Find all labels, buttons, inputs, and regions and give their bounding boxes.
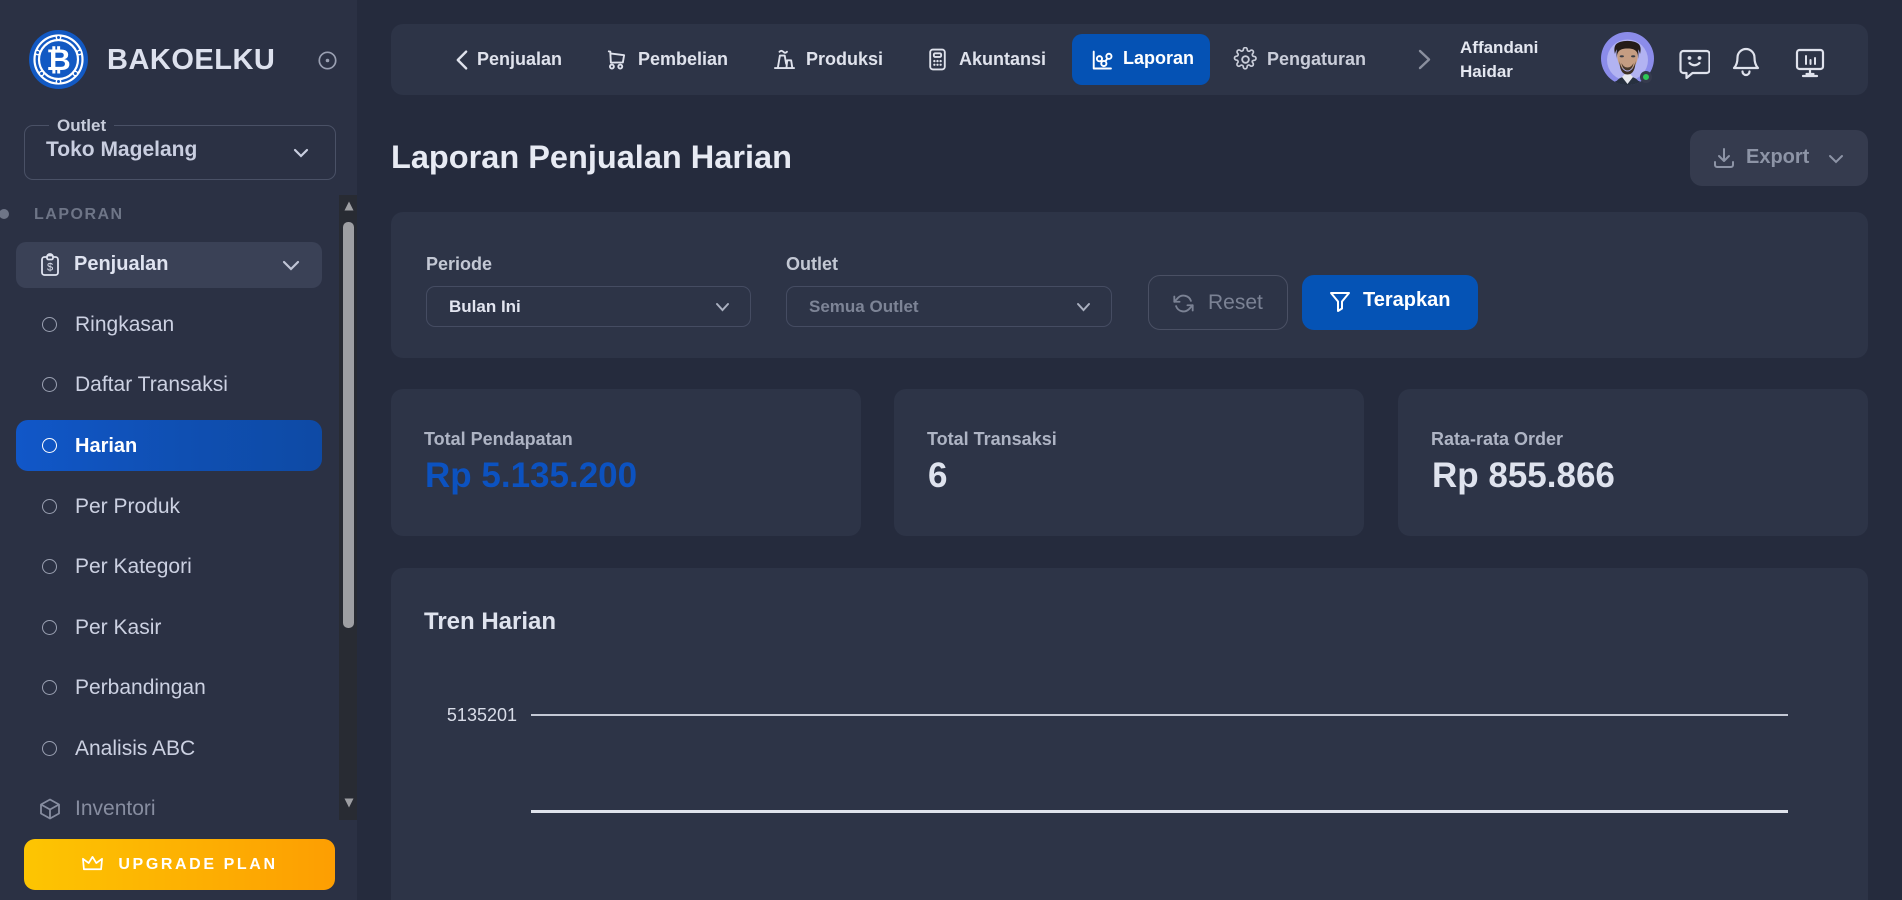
svg-text:₿: ₿ [46,44,70,77]
svg-text:$: $ [47,262,53,274]
